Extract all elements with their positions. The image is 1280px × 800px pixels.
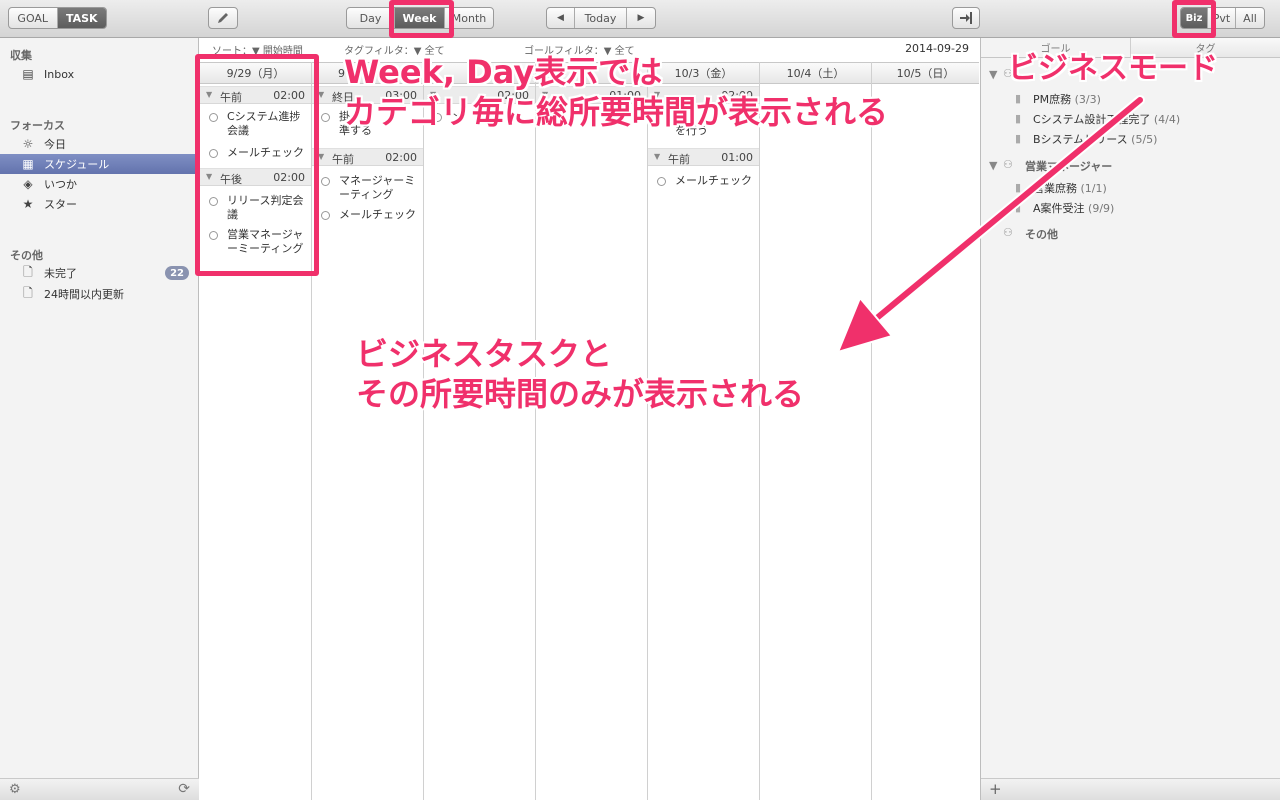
annotation-arrow (836, 95, 1145, 354)
